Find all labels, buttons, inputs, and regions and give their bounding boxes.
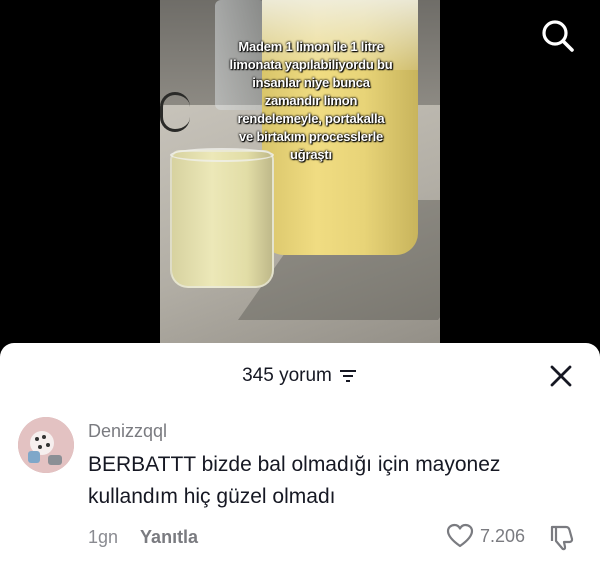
comment-count: 345 yorum	[242, 365, 332, 386]
dislike-button[interactable]	[548, 523, 576, 551]
like-count: 7.206	[480, 525, 526, 546]
video-caption-overlay: Madem 1 limon ile 1 litre limonata yapıl…	[229, 39, 393, 162]
comment-text: BERBATTT bizde bal olmadığı için mayonez…	[88, 453, 501, 508]
search-icon	[542, 20, 574, 52]
avatar-image	[18, 417, 74, 473]
sort-icon[interactable]	[338, 368, 358, 384]
video-cable	[160, 92, 190, 132]
reply-button[interactable]: Yanıtla	[140, 527, 198, 548]
thumbs-down-icon	[550, 525, 574, 551]
heart-icon[interactable]	[446, 523, 474, 549]
avatar[interactable]	[18, 417, 74, 473]
close-icon	[550, 365, 572, 387]
comments-sheet: 345 yorum Denizzqql BERBATTT bizde bal o…	[0, 343, 600, 565]
comment-time: 1gn	[88, 527, 119, 547]
comments-header: 345 yorum	[0, 343, 600, 405]
video-player[interactable]: Madem 1 limon ile 1 litre limonata yapıl…	[0, 0, 600, 365]
search-button[interactable]	[536, 14, 580, 58]
comment-item: Denizzqql BERBATTT bizde bal olmadığı iç…	[18, 417, 588, 557]
close-button[interactable]	[546, 361, 576, 391]
video-lemonade-glass	[170, 150, 274, 288]
comment-username[interactable]: Denizzqql	[88, 421, 167, 442]
